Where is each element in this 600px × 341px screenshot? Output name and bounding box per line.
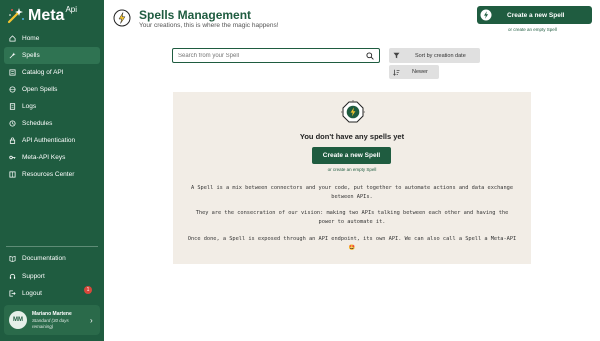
app-root: Meta Api Home Spells Catalog of API Open… [0, 0, 600, 341]
sort-order-label: Newer [412, 69, 428, 75]
logo[interactable]: Meta Api [6, 5, 77, 25]
sidebar-item-label: Logs [22, 103, 37, 110]
spell-octagon-icon [341, 100, 365, 123]
spell-description-paragraph: A Spell is a mix between connectors and … [190, 185, 514, 200]
sidebar-item-open-spells[interactable]: Open Spells [4, 81, 100, 98]
lock-icon [9, 137, 16, 144]
catalog-icon [9, 69, 16, 76]
key-icon [9, 154, 16, 161]
clock-icon [9, 120, 16, 127]
create-empty-spell-link[interactable]: or create an empty Spell [508, 27, 557, 32]
sidebar-item-schedules[interactable]: Schedules [4, 115, 100, 132]
sidebar-item-label: Resources Center [22, 171, 75, 178]
sidebar: Meta Api Home Spells Catalog of API Open… [0, 0, 104, 341]
empty-state-title: You don't have any spells yet [299, 132, 405, 141]
home-icon [9, 35, 16, 42]
create-spell-button[interactable]: Create a new Spell [477, 6, 592, 24]
spell-badge-icon [113, 9, 131, 27]
search-icon[interactable] [366, 52, 374, 60]
user-name: Mariano Martene [32, 311, 72, 317]
sidebar-item-label: Support [22, 272, 45, 280]
user-plan: Standard (30 days remaining) [32, 318, 69, 329]
spell-description-paragraph: They are the consecration of our vision:… [195, 210, 509, 225]
spell-description-paragraph: Once done, a Spell is exposed through an… [187, 236, 517, 251]
logo-superscript: Api [65, 5, 78, 14]
sidebar-item-home[interactable]: Home [4, 30, 100, 47]
filter-icon [393, 52, 400, 59]
sidebar-item-label: Spells [22, 52, 40, 59]
sidebar-item-documentation[interactable]: Documentation [4, 250, 100, 268]
sidebar-item-resources-center[interactable]: Resources Center [4, 166, 100, 183]
sidebar-item-label: API Authentication [22, 137, 76, 144]
documentation-icon [9, 255, 16, 263]
spell-icon [9, 52, 16, 59]
user-card[interactable]: MM Mariano Martene Standard (30 days rem… [4, 305, 100, 335]
sidebar-item-label: Catalog of API [22, 69, 64, 76]
open-spells-icon [9, 86, 16, 93]
search-input[interactable] [178, 52, 358, 59]
sidebar-item-label: Open Spells [22, 86, 58, 93]
page-subtitle: Your creations, this is where the magic … [139, 22, 279, 29]
sidebar-item-logs[interactable]: Logs [4, 98, 100, 115]
sidebar-item-meta-api-keys[interactable]: Meta-API Keys [4, 149, 100, 166]
logo-text: Meta [28, 7, 65, 24]
notification-badge[interactable]: 1 [84, 286, 92, 294]
empty-state-panel: You don't have any spells yet Create a n… [173, 92, 531, 264]
sidebar-item-label: Logout [22, 290, 42, 298]
sidebar-item-label: Documentation [22, 255, 66, 263]
user-info: Mariano Martene Standard (30 days remain… [32, 311, 86, 329]
sidebar-item-spells[interactable]: Spells [4, 47, 100, 64]
book-icon [9, 171, 16, 178]
sort-order-button[interactable]: Newer [389, 65, 439, 79]
sidebar-item-label: Schedules [22, 120, 53, 127]
sort-order-icon [393, 69, 400, 76]
create-spell-button[interactable]: Create a new Spell [312, 147, 391, 164]
sidebar-divider [6, 246, 98, 247]
support-icon [9, 273, 16, 280]
search-box[interactable] [172, 48, 380, 63]
create-spell-label: Create a new Spell [507, 11, 565, 19]
logo-wand-icon [7, 8, 24, 24]
sidebar-item-api-authentication[interactable]: API Authentication [4, 132, 100, 149]
logs-icon [9, 103, 16, 110]
page-title: Spells Management [139, 8, 252, 22]
sidebar-nav: Home Spells Catalog of API Open Spells L… [4, 30, 100, 183]
spell-badge-icon [480, 9, 492, 21]
sidebar-bottom-nav: Documentation Support Logout 1 [4, 250, 100, 303]
logout-icon [9, 290, 16, 297]
sort-by-label: Sort by creation date [415, 52, 466, 59]
sidebar-item-catalog[interactable]: Catalog of API [4, 64, 100, 81]
sidebar-item-support[interactable]: Support [4, 268, 100, 286]
chevron-right-icon: › [90, 315, 93, 325]
sort-by-button[interactable]: Sort by creation date [389, 48, 480, 63]
sidebar-item-label: Meta-API Keys [22, 154, 66, 161]
sidebar-item-label: Home [22, 35, 40, 42]
create-empty-spell-link[interactable]: or create an empty Spell [173, 167, 531, 172]
avatar: MM [9, 311, 27, 329]
